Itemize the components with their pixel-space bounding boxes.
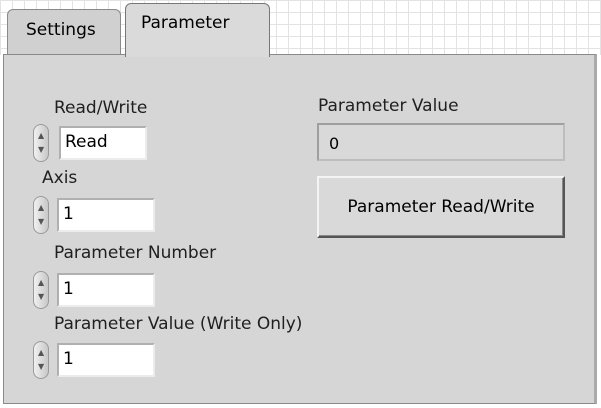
axis-spinner[interactable]: ▲ ▼ [33,196,49,234]
decrement-arrow-icon[interactable]: ▼ [38,146,44,154]
tab-parameter[interactable]: Parameter [125,3,270,57]
axis-field[interactable]: 1 [57,198,155,232]
tab-settings[interactable]: Settings [7,9,121,55]
increment-arrow-icon[interactable]: ▲ [38,349,44,357]
parameter-number-label: Parameter Number [54,243,217,263]
tab-settings-label: Settings [26,20,96,40]
read-write-label: Read/Write [54,98,148,118]
decrement-arrow-icon[interactable]: ▼ [38,293,44,301]
parameter-value-write-field[interactable]: 1 [57,343,155,377]
increment-arrow-icon[interactable]: ▲ [38,204,44,212]
parameter-read-write-button-label: Parameter Read/Write [347,197,535,217]
read-write-spinner[interactable]: ▲ ▼ [33,124,49,162]
read-write-field[interactable]: Read [59,126,147,160]
increment-arrow-icon[interactable]: ▲ [38,279,44,287]
tab-parameter-label: Parameter [141,13,230,33]
parameter-value-label: Parameter Value [318,96,459,116]
decrement-arrow-icon[interactable]: ▼ [38,218,44,226]
increment-arrow-icon[interactable]: ▲ [38,132,44,140]
decrement-arrow-icon[interactable]: ▼ [38,363,44,371]
parameter-value-write-label: Parameter Value (Write Only) [54,314,303,334]
parameter-read-write-button[interactable]: Parameter Read/Write [317,176,565,238]
parameter-number-spinner[interactable]: ▲ ▼ [33,271,49,309]
parameter-value-indicator: 0 [317,123,565,161]
axis-label: Axis [42,168,78,188]
parameter-number-field[interactable]: 1 [57,273,155,307]
parameter-value-write-spinner[interactable]: ▲ ▼ [33,341,49,379]
